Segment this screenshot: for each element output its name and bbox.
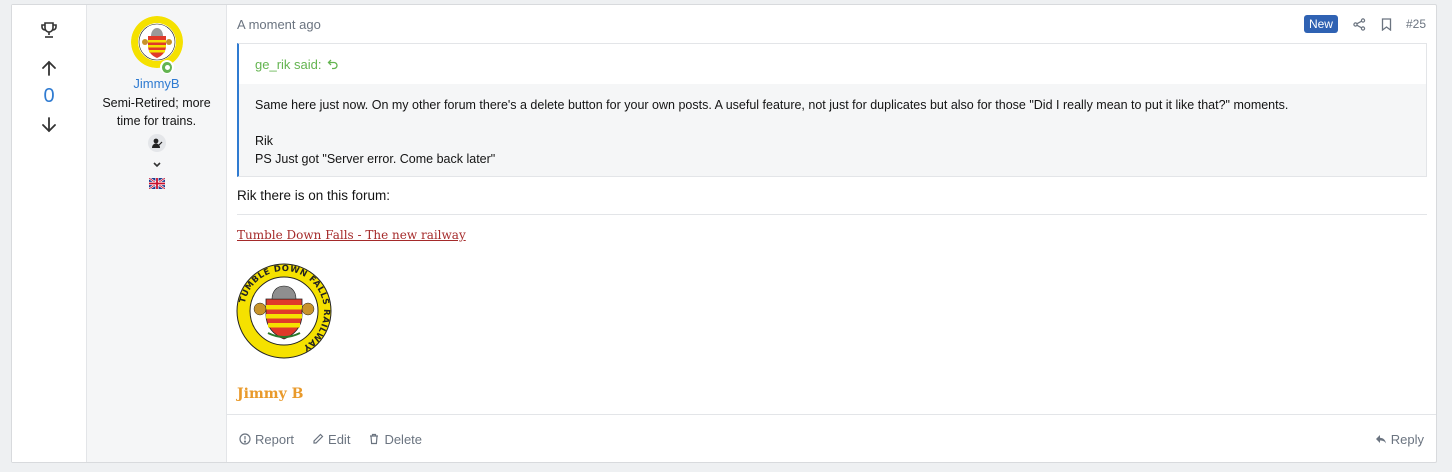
signature-link[interactable]: Tumble Down Falls - The new railway (237, 228, 466, 242)
vote-column: 0 (12, 5, 87, 462)
signature-name: Jimmy B (237, 386, 304, 402)
username-link[interactable]: JimmyB (133, 76, 179, 91)
quote-line: Same here just now. On my other forum th… (255, 98, 1289, 112)
signature-divider (237, 214, 1427, 215)
upvote-arrow-icon[interactable] (38, 57, 60, 79)
report-button[interactable]: Report (239, 432, 294, 447)
quote-content: Same here just now. On my other forum th… (239, 84, 1426, 176)
downvote-arrow-icon[interactable] (38, 114, 60, 136)
user-title: Semi-Retired; more time for trains. (102, 96, 211, 128)
member-badge-icon[interactable] (147, 134, 166, 152)
trash-icon (370, 433, 379, 445)
uk-flag-icon (147, 176, 166, 190)
avatar[interactable] (130, 16, 183, 68)
delete-button[interactable]: Delete (368, 432, 422, 447)
edit-label: Edit (328, 431, 351, 447)
quote-line: PS Just got "Server error. Come back lat… (255, 152, 496, 166)
vote-score[interactable]: 0 (43, 85, 54, 107)
user-info-panel: JimmyB Semi-Retired; more time for train… (87, 5, 227, 462)
reply-button[interactable]: Reply (1375, 432, 1424, 447)
quote-block: ge_rik said: Same here just now. On my o… (237, 43, 1427, 177)
share-icon[interactable] (1352, 16, 1368, 32)
delete-label: Delete (384, 431, 423, 447)
post-footer: Report Edit Delete Reply (227, 414, 1436, 463)
report-label: Report (255, 431, 295, 447)
trophy-icon[interactable] (38, 19, 60, 41)
reply-label: Reply (1390, 431, 1424, 447)
jump-to-quote-icon[interactable] (327, 58, 339, 70)
online-status-indicator (159, 60, 174, 74)
report-icon (239, 433, 251, 445)
avatar-container (130, 16, 183, 74)
post-main: A moment ago New #25 ge_rik said: Same h… (227, 5, 1436, 462)
railway-logo: TUMBLE DOWN FALLS RAILWAY (236, 263, 332, 359)
edit-button[interactable]: Edit (312, 432, 350, 447)
bookmark-icon[interactable] (1379, 16, 1395, 32)
reply-icon (1375, 435, 1386, 444)
chevron-down-icon[interactable] (152, 158, 162, 172)
post-body-text: Rik there is on this forum: (237, 188, 391, 203)
post-timestamp[interactable]: A moment ago (237, 17, 321, 32)
new-badge: New (1303, 15, 1338, 33)
forum-post: 0 JimmyB Semi-Retired; more time for tra… (11, 4, 1437, 463)
quote-line: Rik (255, 134, 274, 148)
quote-author-link[interactable]: ge_rik said: (239, 44, 1426, 84)
pencil-icon (313, 433, 324, 444)
post-actions: New #25 (1303, 15, 1426, 33)
post-number-link[interactable]: #25 (1406, 17, 1426, 31)
quote-author: ge_rik said: (255, 56, 322, 72)
